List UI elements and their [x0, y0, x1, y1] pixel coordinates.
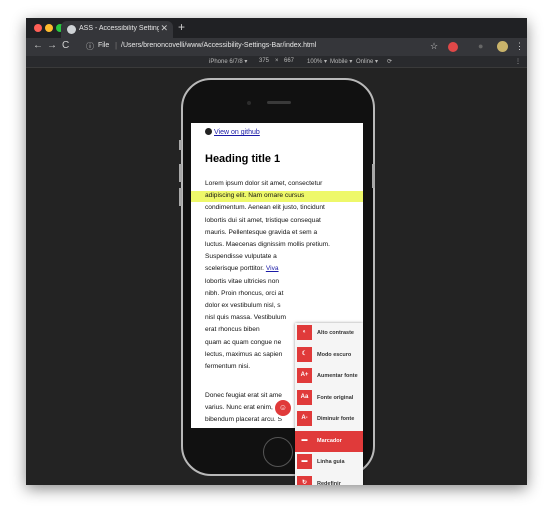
paragraph-line: lobortis vitae ultricies non [205, 277, 280, 285]
accessibility-menu: ◐ Alto contraste ☾ Modo escuro A+ Aumentar fo… [295, 323, 363, 485]
home-button [263, 437, 293, 467]
network-select[interactable]: Online ▾ [356, 58, 378, 65]
reload-button[interactable]: C [62, 40, 69, 51]
volume-up-button [179, 164, 182, 182]
globe-icon [67, 25, 76, 34]
a11y-item-icon: Aa [297, 389, 312, 405]
zoom-select[interactable]: 100% ▾ [307, 58, 327, 65]
info-icon[interactable]: ⓘ [86, 41, 94, 52]
volume-down-button [179, 188, 182, 206]
address-scheme: File [98, 42, 110, 49]
a11y-item-icon: ▬ [297, 454, 312, 469]
a11y-item-marcador[interactable]: ▬ Marcador [295, 430, 363, 453]
page-heading: Heading title 1 [205, 153, 281, 165]
address-bar[interactable]: ⓘ File | /Users/brenoncovelli/www/Access… [84, 41, 468, 53]
a11y-item-fonte-original[interactable]: Aa Fonte original [295, 387, 363, 410]
paragraph-line: varius. Nunc erat enim, ult [205, 404, 282, 412]
a11y-item-aumentar-fonte[interactable]: A+ Aumentar fonte [295, 366, 363, 389]
paragraph-line: lobortis dui sit amet, tristique consequ… [205, 216, 321, 224]
device-select[interactable]: iPhone 6/7/8 ▾ [209, 58, 247, 65]
a11y-item-label: Aumentar fonte [317, 373, 358, 379]
a11y-item-icon: ▬ [297, 432, 312, 448]
close-window-button[interactable] [34, 24, 42, 32]
a11y-item-icon: ↻ [297, 475, 312, 485]
a11y-item-label: Alto contraste [317, 330, 354, 336]
a11y-item-modo-escuro[interactable]: ☾ Modo escuro [295, 344, 363, 367]
new-tab-button[interactable]: + [178, 20, 185, 34]
paragraph-2: Donec feugiat erat sit ame varius. Nunc e… [205, 390, 282, 427]
a11y-item-icon: A- [297, 411, 312, 426]
inline-link[interactable]: Viva [266, 265, 279, 272]
a11y-item-label: Modo escuro [317, 351, 352, 358]
profile-avatar[interactable] [497, 41, 508, 52]
accessibility-toggle-button[interactable]: ☺ [273, 398, 293, 418]
bookmark-star-icon[interactable]: ☆ [430, 41, 438, 52]
a11y-item-diminuir-fonte[interactable]: A- Diminuir fonte [295, 409, 363, 432]
github-link[interactable]: View on github [205, 128, 260, 136]
paragraph-line: nibh. Proin rhoncus, orci at [205, 289, 284, 297]
a11y-item-label: Marcador [317, 437, 342, 444]
paragraph-line: mauris. Pellentesque gravida et sem a [205, 228, 318, 236]
paragraph-line: adipiscing elit. Nam ornare cursus [205, 192, 305, 200]
paragraph-line: dolor ex vestibulum nisl, s [205, 302, 281, 310]
device-viewport: View on github Heading title 1 Lorem ips… [26, 68, 527, 485]
browser-window: ASS - Accessibility Settings Ba ✕ + ← → … [26, 18, 527, 485]
paragraph-line: scelerisque porttitor. Viva [205, 265, 279, 273]
paragraph-line: Donec feugiat erat sit ame [205, 392, 282, 399]
rotate-icon[interactable]: ⟳ [387, 58, 392, 65]
browser-menu-icon[interactable]: ⋮ [515, 41, 524, 52]
address-url[interactable]: /Users/brenoncovelli/www/Accessibility-S… [121, 42, 316, 49]
browser-tab[interactable]: ASS - Accessibility Settings Ba ✕ [61, 21, 173, 38]
a11y-item-redefinir[interactable]: ↻ Redefinir [295, 473, 363, 486]
a11y-item-label: Linha guia [317, 459, 345, 465]
dimension-times: × [275, 58, 279, 64]
address-separator: | [115, 41, 118, 50]
a11y-item-linha-guia[interactable]: ▬ Linha guia [295, 452, 363, 475]
paragraph-line: Lorem ipsum dolor sit amet, consectetur [205, 180, 323, 187]
a11y-item-label: Redefinir [317, 480, 341, 486]
a11y-item-label: Diminuir fonte [317, 416, 355, 422]
forward-button[interactable]: → [47, 40, 57, 51]
mute-switch [179, 140, 182, 150]
paragraph-line: luctus. Maecenas dignissim mollis pretiu… [205, 241, 330, 249]
width-field[interactable]: 375 [259, 58, 269, 64]
a11y-item-alto-contraste[interactable]: ◐ Alto contraste [295, 323, 363, 346]
height-field[interactable]: 667 [284, 58, 294, 64]
power-button [372, 164, 375, 188]
a11y-item-icon: ◐ [297, 325, 312, 340]
a11y-item-label: Fonte original [317, 394, 354, 401]
a11y-item-icon: ☾ [297, 346, 312, 362]
paragraph-line: bibendum placerat arcu. S [205, 416, 282, 424]
front-camera [247, 101, 251, 105]
mode-select[interactable]: Mobile ▾ [330, 58, 352, 65]
paragraph-line: condimentum. Aenean elit justo, tincidun… [205, 204, 325, 212]
tab-title: ASS - Accessibility Settings Ba [79, 25, 159, 32]
back-button[interactable]: ← [33, 40, 43, 51]
earpiece-speaker [267, 101, 291, 104]
minimize-window-button[interactable] [45, 24, 53, 32]
github-link-label: View on github [214, 129, 260, 136]
a11y-item-icon: A+ [297, 368, 312, 383]
browser-toolbar: ← → C ⓘ File | /Users/brenoncovelli/www/… [26, 38, 527, 56]
extension-circle-icon[interactable]: ● [478, 41, 483, 51]
paragraph-line: Suspendisse vulputate a [205, 253, 277, 261]
devtools-menu-icon[interactable]: ⋮ [515, 58, 521, 65]
github-icon [205, 128, 212, 135]
title-bar: ASS - Accessibility Settings Ba ✕ + [26, 18, 527, 38]
device-toolbar: iPhone 6/7/8 ▾ 375 × 667 100% ▾ Mobile ▾… [26, 56, 527, 68]
extension-icon[interactable] [448, 42, 458, 52]
close-tab-icon[interactable]: ✕ [160, 23, 168, 34]
